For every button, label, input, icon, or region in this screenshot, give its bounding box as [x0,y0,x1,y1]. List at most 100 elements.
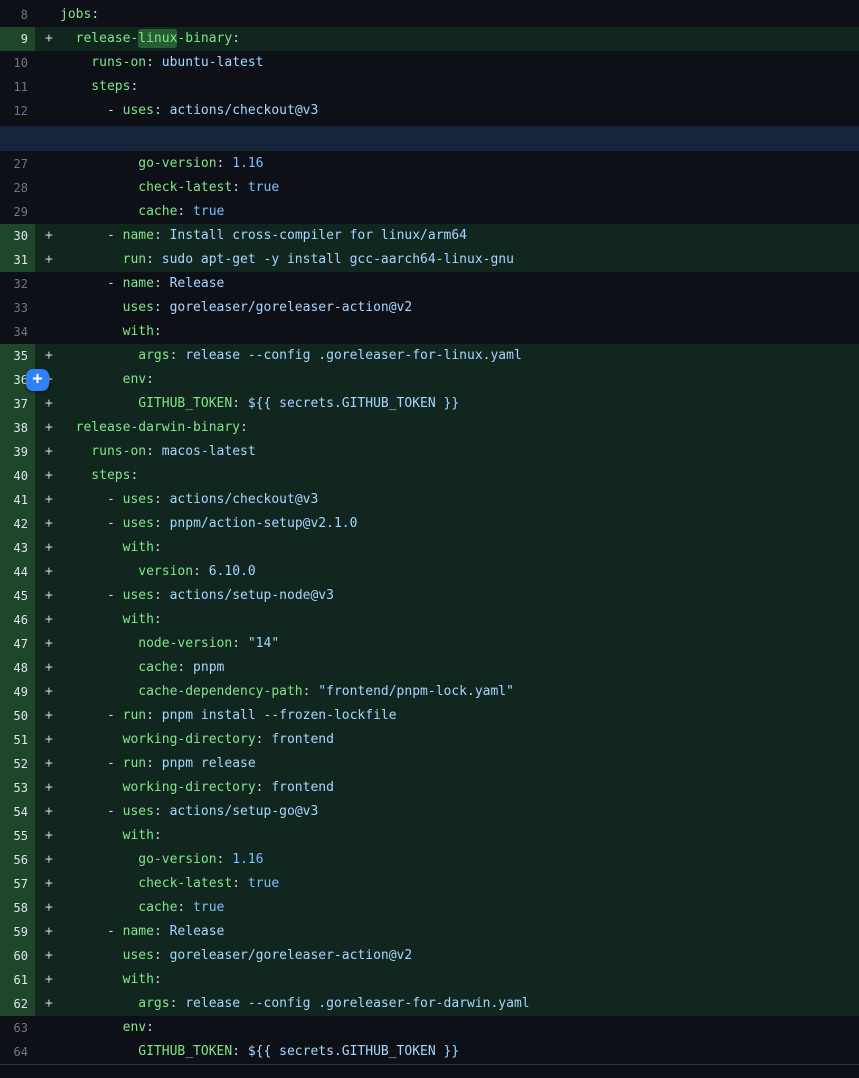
line-number[interactable]: 48 [0,656,35,680]
code-token: go-version [60,852,217,867]
code-token: working-directory [60,732,256,747]
code-token: goreleaser/goreleaser-action@v2 [162,948,412,963]
line-number[interactable]: 55 [0,824,35,848]
code-line: uses: goreleaser/goreleaser-action@v2 [60,296,412,320]
diff-marker: + [35,920,60,944]
line-number[interactable]: 42 [0,512,35,536]
code-line: steps: [60,75,138,99]
line-number[interactable]: 61 [0,968,35,992]
diff-marker [35,176,60,200]
line-number[interactable]: 38 [0,416,35,440]
diff-line-41: 41+ - uses: actions/checkout@v3 [0,488,859,512]
code-token: cache [60,660,177,675]
line-number[interactable]: 52 [0,752,35,776]
code-line: runs-on: ubuntu-latest [60,51,264,75]
diff-line-57: 57+ check-latest: true [0,872,859,896]
code-line: go-version: 1.16 [60,152,264,176]
line-number[interactable]: 28 [0,176,35,200]
add-comment-button[interactable]: + [26,369,49,391]
diff-line-12: 12 - uses: actions/checkout@v3 [0,99,859,123]
line-number[interactable]: 29 [0,200,35,224]
line-number[interactable]: 51 [0,728,35,752]
line-number[interactable]: 49 [0,680,35,704]
code-token: run [60,252,146,267]
code-token: uses [123,516,154,531]
line-number[interactable]: 32 [0,272,35,296]
line-number[interactable]: 45 [0,584,35,608]
code-token: : [232,180,240,195]
code-line: steps: [60,464,138,488]
line-number[interactable]: 35 [0,344,35,368]
diff-line-37: 37+ GITHUB_TOKEN: ${{ secrets.GITHUB_TOK… [0,392,859,416]
code-token: : [154,300,162,315]
line-number[interactable]: 54 [0,800,35,824]
code-token: : [146,55,154,70]
line-number[interactable]: 30 [0,224,35,248]
code-token: ubuntu-latest [154,55,264,70]
diff-marker: + [35,968,60,992]
line-number[interactable]: 33 [0,296,35,320]
code-token: : [193,564,201,579]
code-token: go-version [60,156,217,171]
diff-marker [35,296,60,320]
line-number[interactable]: 12 [0,99,35,123]
diff-line-54: 54+ - uses: actions/setup-go@v3 [0,800,859,824]
line-number[interactable]: 60 [0,944,35,968]
line-number[interactable]: 57 [0,872,35,896]
code-token: : [154,828,162,843]
code-line: with: [60,968,162,992]
diff-line-28: 28 check-latest: true [0,176,859,200]
line-number[interactable]: 8 [0,3,35,27]
diff-marker [35,152,60,176]
line-number[interactable]: 43 [0,536,35,560]
code-token: uses [123,492,154,507]
code-token: : [154,612,162,627]
code-token: check-latest [60,876,232,891]
line-number[interactable]: 39 [0,440,35,464]
line-number[interactable]: 53 [0,776,35,800]
diff-marker [35,272,60,296]
line-number[interactable]: 64 [0,1040,35,1064]
code-line: - name: Release [60,272,224,296]
line-number[interactable]: 56 [0,848,35,872]
diff-line-30: 30+ - name: Install cross-compiler for l… [0,224,859,248]
code-token: working-directory [60,780,256,795]
code-token: macos-latest [154,444,256,459]
code-token: with [60,972,154,987]
line-number[interactable]: 47 [0,632,35,656]
expand-hidden-lines-band[interactable] [0,126,859,151]
hunk-expander-row [0,123,859,152]
line-number[interactable]: 44 [0,560,35,584]
line-number[interactable]: 41 [0,488,35,512]
line-number[interactable]: 46 [0,608,35,632]
code-token: jobs [60,7,91,22]
diff-marker [35,3,60,27]
line-number[interactable]: 11 [0,75,35,99]
code-line: - uses: actions/setup-node@v3 [60,584,334,608]
code-token: : [232,876,240,891]
diff-marker: + [35,416,60,440]
diff-line-32: 32 - name: Release [0,272,859,296]
line-number[interactable]: 59 [0,920,35,944]
code-token: frontend [264,732,334,747]
code-line: cache: pnpm [60,656,224,680]
line-number[interactable]: 40 [0,464,35,488]
code-token: : [130,79,138,94]
line-number[interactable]: 37 [0,392,35,416]
line-number[interactable]: 31 [0,248,35,272]
code-token: -binary [177,31,232,46]
line-number[interactable]: 58 [0,896,35,920]
line-number[interactable]: 10 [0,51,35,75]
diff-marker: + [35,560,60,584]
line-number[interactable]: 27 [0,152,35,176]
line-number[interactable]: 50 [0,704,35,728]
line-number[interactable]: 34 [0,320,35,344]
diff-marker: + [35,704,60,728]
line-number[interactable]: 63 [0,1016,35,1040]
diff-marker: + [35,344,60,368]
line-number[interactable]: 9 [0,27,35,51]
code-token: steps [60,468,130,483]
line-number[interactable]: 62 [0,992,35,1016]
code-line: GITHUB_TOKEN: ${{ secrets.GITHUB_TOKEN }… [60,1040,459,1064]
code-token: : [154,228,162,243]
